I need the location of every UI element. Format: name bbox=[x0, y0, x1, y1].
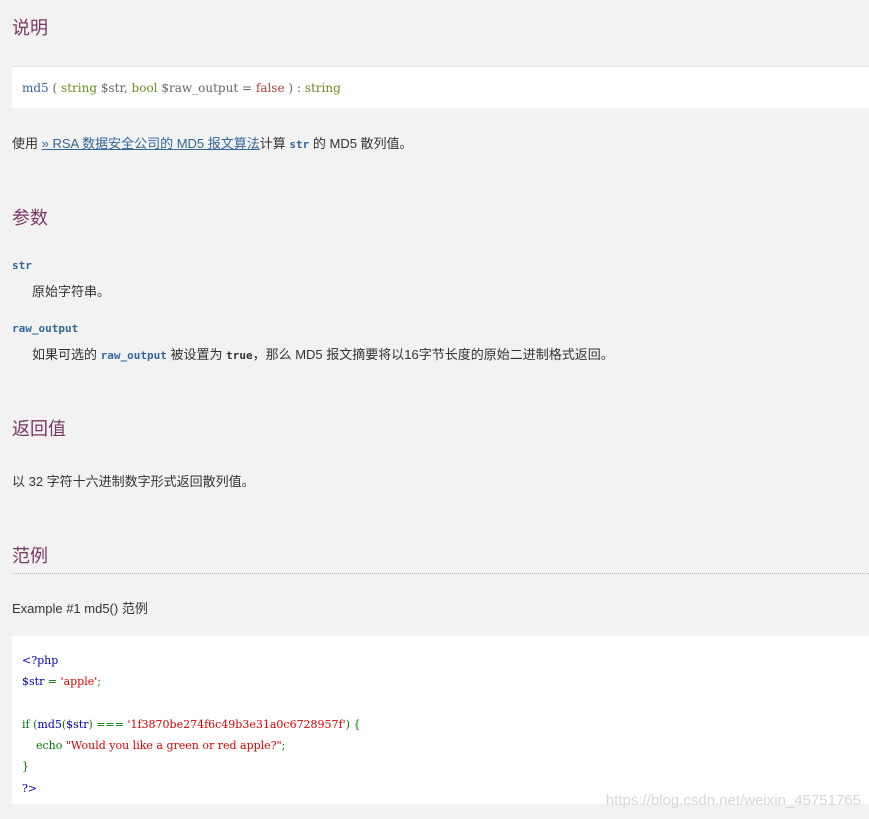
code-line-6: } bbox=[22, 756, 869, 777]
signature-param2-type: bool bbox=[131, 81, 158, 95]
code-compare-op: ) === bbox=[88, 717, 128, 731]
example-title: Example #1 md5() 范例 bbox=[12, 601, 148, 616]
function-signature: md5 ( string $str, bool $raw_output = fa… bbox=[12, 66, 869, 108]
return-values-text: 以 32 字符十六进制数字形式返回散列值。 bbox=[12, 474, 255, 489]
section-title-examples: 范例 bbox=[12, 546, 48, 566]
code-line-1: <?php bbox=[22, 650, 869, 671]
description-suffix: 的 MD5 散列值。 bbox=[309, 136, 413, 151]
param-desc-code-true: true bbox=[226, 349, 253, 362]
example-code-block[interactable]: <?php $str = 'apple'; if (md5($str) === … bbox=[12, 636, 869, 804]
description-middle: 计算 bbox=[259, 136, 290, 151]
code-line-2: $str = 'apple'; bbox=[22, 671, 869, 692]
section-title-return-values: 返回值 bbox=[12, 419, 66, 439]
signature-comma: , bbox=[123, 81, 128, 95]
code-line-4: if (md5($str) === '1f3870be274f6c49b3e31… bbox=[22, 714, 869, 735]
description-code-str: str bbox=[289, 138, 310, 151]
code-close-brace: } bbox=[22, 760, 29, 774]
description-prefix: 使用 bbox=[12, 136, 42, 151]
param-desc-raw-output: 如果可选的 raw_output 被设置为 true，那么 MD5 报文摘要将以… bbox=[32, 344, 614, 363]
signature-colon: : bbox=[296, 81, 301, 95]
code-md5-call: md5 bbox=[37, 717, 62, 731]
code-var-str: $str bbox=[22, 675, 45, 689]
code-echo-semicolon: ; bbox=[281, 739, 286, 753]
code-line-3-blank bbox=[22, 693, 869, 714]
signature-return-type: string bbox=[304, 81, 341, 95]
section-title-description: 说明 bbox=[12, 18, 48, 38]
signature-param2-name: $raw_output bbox=[161, 81, 239, 95]
code-if-close: ) { bbox=[345, 717, 361, 731]
code-php-open-tag: <?php bbox=[22, 654, 59, 667]
signature-open-paren: ( bbox=[52, 81, 58, 95]
signature-function-name[interactable]: md5 bbox=[22, 81, 49, 95]
code-php-close-tag: ?> bbox=[22, 781, 38, 795]
signature-close-paren: ) bbox=[288, 81, 294, 95]
description-text: 使用 » RSA 数据安全公司的 MD5 报文算法计算 str 的 MD5 散列… bbox=[12, 133, 413, 152]
param-term-raw-output: raw_output bbox=[12, 322, 79, 335]
signature-param1-name: $str bbox=[100, 81, 124, 95]
code-string-apple: 'apple' bbox=[60, 675, 98, 689]
param-desc-raw-output-middle: 被设置为 bbox=[166, 347, 227, 362]
param-desc-code-raw-output: raw_output bbox=[100, 349, 167, 362]
code-line-5: echo "Would you like a green or red appl… bbox=[22, 735, 869, 756]
examples-divider bbox=[12, 573, 869, 574]
code-string-hash: '1f3870be274f6c49b3e31a0c6728957f' bbox=[127, 717, 346, 731]
code-if-keyword: if ( bbox=[22, 717, 38, 731]
code-echo-keyword: echo bbox=[36, 739, 66, 753]
code-assign-op: = bbox=[44, 675, 61, 689]
signature-param1-type: string bbox=[61, 81, 98, 95]
param-desc-str: 原始字符串。 bbox=[32, 284, 111, 299]
section-title-parameters: 参数 bbox=[12, 208, 48, 228]
param-term-str: str bbox=[12, 259, 32, 272]
code-semicolon: ; bbox=[97, 675, 101, 689]
signature-equals: = bbox=[241, 81, 253, 95]
csdn-watermark: https://blog.csdn.net/weixin_45751765 bbox=[605, 792, 861, 809]
param-desc-raw-output-prefix: 如果可选的 bbox=[32, 347, 101, 362]
param-desc-raw-output-suffix: ，那么 MD5 报文摘要将以16字节长度的原始二进制格式返回。 bbox=[252, 347, 614, 362]
code-string-message: "Would you like a green or red apple?" bbox=[65, 739, 282, 753]
signature-param2-default: false bbox=[255, 81, 285, 95]
rsa-md5-link[interactable]: » RSA 数据安全公司的 MD5 报文算法 bbox=[42, 136, 260, 151]
code-var-str-arg: $str bbox=[66, 717, 89, 731]
